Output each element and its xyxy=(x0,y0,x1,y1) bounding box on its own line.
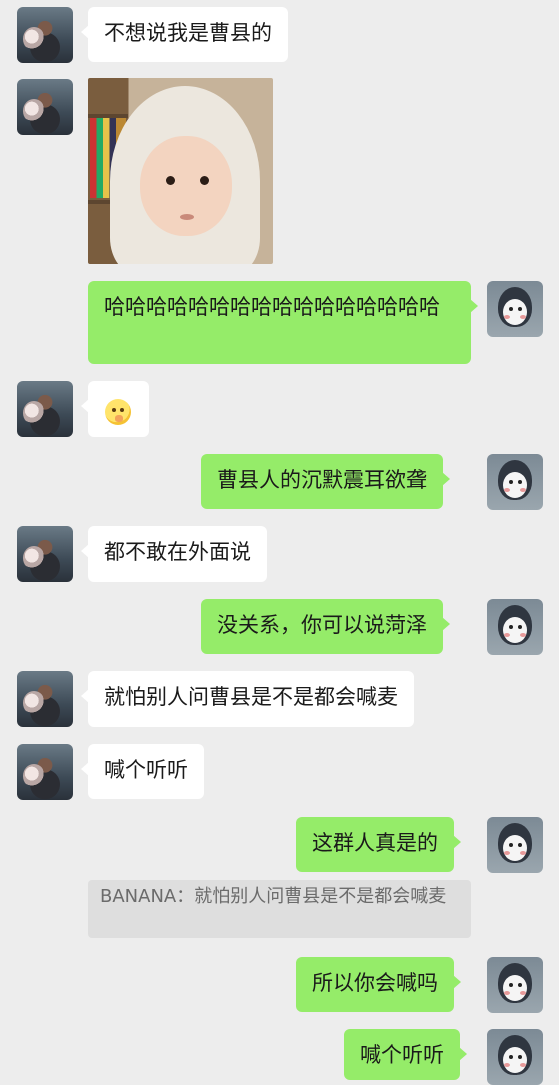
penguin-avatar[interactable] xyxy=(487,817,543,873)
girl-avatar[interactable] xyxy=(17,526,73,582)
message-bubble-outgoing[interactable]: 哈哈哈哈哈哈哈哈哈哈哈哈哈哈哈哈 xyxy=(88,281,478,364)
shushing-face-emoji xyxy=(105,399,131,425)
penguin-avatar[interactable] xyxy=(487,1029,543,1085)
message-bubble-incoming[interactable]: 都不敢在外面说 xyxy=(81,526,267,582)
quoted-reply[interactable]: BANANA：就怕别人问曹县是不是都会喊麦 xyxy=(88,880,471,938)
girl-avatar[interactable] xyxy=(17,381,73,437)
message-bubble-incoming[interactable]: 就怕别人问曹县是不是都会喊麦 xyxy=(81,671,414,727)
girl-avatar[interactable] xyxy=(17,79,73,135)
message-bubble-outgoing[interactable]: 喊个听听 xyxy=(344,1029,467,1080)
girl-avatar[interactable] xyxy=(17,671,73,727)
message-bubble-outgoing[interactable]: 这群人真是的 xyxy=(296,817,461,872)
message-bubble-outgoing[interactable]: 所以你会喊吗 xyxy=(296,957,461,1012)
message-bubble-incoming[interactable]: 不想说我是曹县的 xyxy=(81,7,288,62)
message-bubble-incoming[interactable] xyxy=(81,381,149,437)
message-bubble-outgoing[interactable]: 没关系，你可以说菏泽 xyxy=(201,599,450,654)
penguin-avatar[interactable] xyxy=(487,281,543,337)
penguin-avatar[interactable] xyxy=(487,599,543,655)
girl-avatar[interactable] xyxy=(17,7,73,63)
child-photo[interactable] xyxy=(88,78,273,264)
penguin-avatar[interactable] xyxy=(487,454,543,510)
penguin-avatar[interactable] xyxy=(487,957,543,1013)
message-bubble-outgoing[interactable]: 曹县人的沉默震耳欲聋 xyxy=(201,454,450,509)
girl-avatar[interactable] xyxy=(17,744,73,800)
message-bubble-incoming[interactable]: 喊个听听 xyxy=(81,744,204,799)
